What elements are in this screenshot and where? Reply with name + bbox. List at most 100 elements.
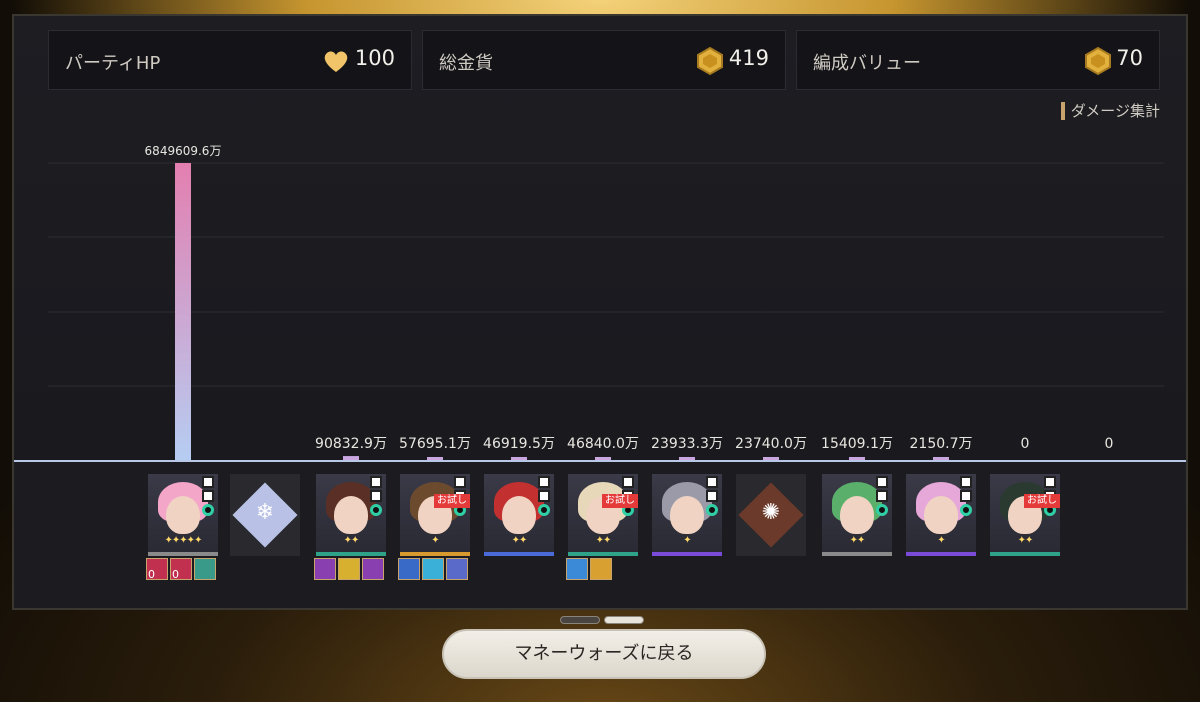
status-badges [538,476,552,516]
eidolon-stars-icon: ✦ [431,535,439,546]
curio-count: 0 [148,568,155,581]
curio-icon[interactable]: 0 [146,558,168,581]
portrait-face [334,496,368,534]
eidolon-stars-icon: ✦ [683,535,691,546]
character-slot[interactable]: ✦✦ お試し [990,474,1060,556]
portrait-face [924,496,958,534]
portrait-face [840,496,874,534]
curio-icon[interactable]: 0 [170,558,192,581]
status-badges [876,476,890,516]
curio-icon[interactable] [314,558,336,580]
ring-badge-icon [538,504,550,516]
ring-badge-icon [876,504,888,516]
square-badge-icon [960,476,972,488]
damage-value-label: 6849609.6万 [145,144,222,158]
ring-badge-icon [706,504,718,516]
eidolon-stars-icon: ✦✦ [849,535,866,546]
fire-element-icon[interactable]: ✺ [736,474,806,556]
character-portrait: ✦✦ [316,474,386,556]
character-slot[interactable]: ✦✦ [316,474,386,556]
character-portrait: ✦✦ お試し [990,474,1060,556]
character-portrait: ✦ [906,474,976,556]
square-badge-icon [706,490,718,502]
trial-tag: お試し [434,494,470,508]
element-glyph: ❄ [255,500,275,525]
character-slot[interactable]: ✦✦ [484,474,554,556]
character-portrait: ✦✦ [822,474,892,556]
square-badge-icon [960,490,972,502]
portrait-face [670,496,704,534]
character-slot[interactable]: ✦✦ [822,474,892,556]
square-badge-icon [370,490,382,502]
team-tray: ✦✦✦✦✦ 0 0 ❄ ✦✦ ✦ お試し ✦✦ ✦✦ お試し ✦ ✺ ✦✦ ✦ ✦✦ お試し [14,462,1186,608]
curio-icon[interactable] [590,558,612,580]
character-portrait: ✦✦ [484,474,554,556]
damage-value-label: 0 [1105,436,1114,452]
character-slot[interactable]: ✦✦✦✦✦ [148,474,218,556]
damage-chart: 6849609.6万 90832.9万 57695.1万 46919.5万 46840.… [48,144,1164,460]
eidolon-stars-icon: ✦✦ [343,535,360,546]
square-badge-icon [370,476,382,488]
status-badges [960,476,974,516]
page-indicator [560,616,644,624]
damage-value-label: 0 [1021,436,1030,452]
eidolon-stars-icon: ✦✦ [595,535,612,546]
curio-icon[interactable] [422,558,444,580]
curio-icon[interactable] [566,558,588,580]
character-portrait: ✦ [652,474,722,556]
element-glyph: ✺ [761,500,781,525]
damage-value-label: 23933.3万 [651,436,723,452]
trial-tag: お試し [602,494,638,508]
ring-badge-icon [960,504,972,516]
damage-value-label: 15409.1万 [821,436,893,452]
square-badge-icon [538,476,550,488]
square-badge-icon [1044,476,1056,488]
ring-badge-icon [202,504,214,516]
character-slot[interactable]: ✦✦ お試し [568,474,638,556]
square-badge-icon [202,490,214,502]
portrait-face [166,496,200,534]
eidolon-stars-icon: ✦✦ [511,535,528,546]
square-badge-icon [202,476,214,488]
curio-icon[interactable] [338,558,360,580]
page-dot[interactable] [560,616,600,624]
ring-badge-icon [370,504,382,516]
damage-value-label: 46919.5万 [483,436,555,452]
eidolon-stars-icon: ✦✦ [1017,535,1034,546]
damage-value-label: 23740.0万 [735,436,807,452]
character-slot[interactable]: ✦ お試し [400,474,470,556]
curio-icon[interactable] [362,558,384,580]
curio-icon[interactable] [398,558,420,580]
character-portrait: ✦✦✦✦✦ [148,474,218,556]
page-dot[interactable] [604,616,644,624]
relic-row [566,558,612,580]
square-badge-icon [454,476,466,488]
damage-value-label: 90832.9万 [315,436,387,452]
square-badge-icon [538,490,550,502]
status-badges [202,476,216,516]
relic-row [314,558,384,580]
character-slot[interactable]: ✦ [906,474,976,556]
damage-bar [175,163,191,460]
character-portrait: ✦ お試し [400,474,470,556]
damage-value-label: 57695.1万 [399,436,471,452]
square-badge-icon [876,490,888,502]
character-portrait: ✦✦ お試し [568,474,638,556]
ice-element-icon[interactable]: ❄ [230,474,300,556]
relic-row [398,558,468,580]
character-slot[interactable]: ✦ [652,474,722,556]
relic-row: 00 [146,558,216,581]
eidolon-stars-icon: ✦✦✦✦✦ [164,535,203,546]
status-badges [370,476,384,516]
back-to-money-wars-button[interactable]: マネーウォーズに戻る [442,629,766,679]
damage-value-label: 46840.0万 [567,436,639,452]
results-panel: パーティHP 100 総金貨 419 編成バリュー 70 ダメージ集計 6849… [12,14,1188,610]
curio-icon[interactable] [194,558,216,580]
trial-tag: お試し [1024,494,1060,508]
square-badge-icon [876,476,888,488]
damage-value-label: 2150.7万 [910,436,973,452]
square-badge-icon [706,476,718,488]
eidolon-stars-icon: ✦ [937,535,945,546]
curio-icon[interactable] [446,558,468,580]
status-badges [706,476,720,516]
